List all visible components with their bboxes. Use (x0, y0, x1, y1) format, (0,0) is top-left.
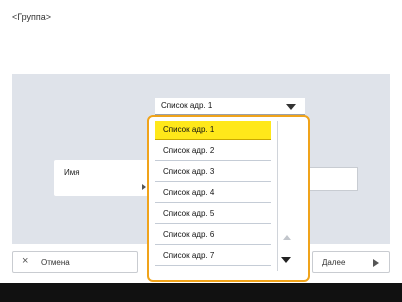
dropdown-option[interactable]: Список адр. 2 (155, 142, 271, 161)
dropdown-option[interactable]: Список адр. 7 (155, 247, 271, 266)
cancel-button[interactable]: × Отмена (12, 251, 138, 273)
dropdown-option[interactable]: Список адр. 4 (155, 184, 271, 203)
close-icon: × (22, 255, 29, 267)
dropdown-option[interactable]: Список адр. 5 (155, 205, 271, 224)
next-button[interactable]: Далее (312, 251, 390, 273)
scrollbar[interactable] (277, 121, 302, 271)
dropdown-option[interactable]: Список адр. 6 (155, 226, 271, 245)
scroll-down-icon[interactable] (281, 257, 291, 263)
scroll-up-icon[interactable] (283, 235, 291, 240)
dropdown-option[interactable]: Список адр. 3 (155, 163, 271, 182)
dropdown-option[interactable]: Список адр. 1 (155, 121, 271, 140)
address-list-select[interactable]: Список адр. 1 (155, 98, 305, 115)
name-label: Имя (64, 168, 80, 177)
status-bar (0, 283, 402, 302)
address-list-select-value: Список адр. 1 (161, 101, 213, 110)
name-field[interactable] (306, 167, 358, 191)
screen-title: <Группа> (12, 12, 52, 22)
address-list-dropdown[interactable]: Список адр. 1 Список адр. 2 Список адр. … (147, 115, 310, 282)
name-button[interactable]: Имя (54, 160, 150, 196)
dropdown-arrow-icon (286, 104, 296, 110)
cancel-label: Отмена (41, 258, 70, 267)
next-label: Далее (322, 258, 346, 267)
chevron-right-icon (142, 184, 146, 190)
right-triangle-icon (373, 259, 379, 267)
